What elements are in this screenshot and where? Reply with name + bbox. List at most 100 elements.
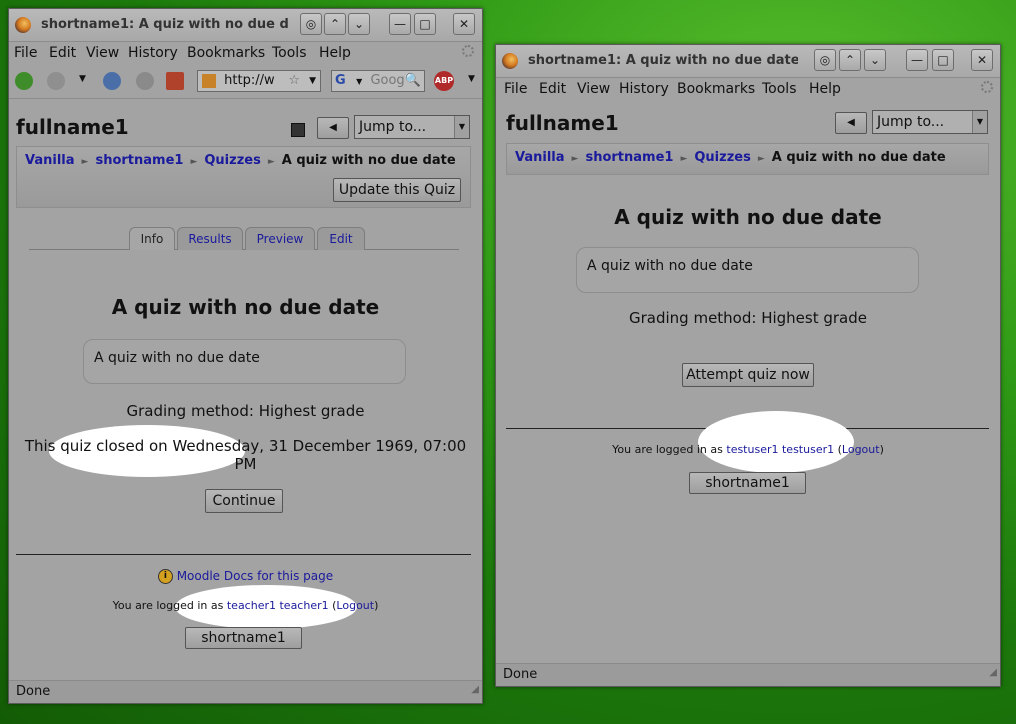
page-heading: fullname1 [506, 111, 619, 135]
menu-tools[interactable]: Tools [762, 81, 797, 97]
tabs-baseline [29, 249, 459, 250]
menu-view[interactable]: View [577, 81, 610, 97]
left-window-title: shortname1: A quiz with no due d [41, 17, 289, 32]
info-icon: i [157, 569, 173, 584]
continue-button[interactable]: Continue [205, 489, 283, 513]
quiz-title: A quiz with no due date [614, 205, 882, 229]
menu-history[interactable]: History [619, 81, 669, 97]
breadcrumb-separator-icon: ► [81, 157, 89, 167]
quiz-closed-line-1: This quiz closed on Wednesday, 31 Decemb… [24, 437, 467, 455]
footer-divider [16, 554, 471, 555]
user-profile-link[interactable]: teacher1 teacher1 [227, 599, 329, 612]
menu-bookmarks[interactable]: Bookmarks [677, 81, 755, 97]
maximize-icon[interactable]: □ [932, 49, 954, 71]
back-icon[interactable] [15, 72, 33, 90]
shade-icon[interactable]: ◎ [814, 49, 836, 71]
logged-in-text: You are logged in as [112, 599, 224, 612]
attempt-quiz-button[interactable]: Attempt quiz now [682, 363, 814, 387]
tab-info[interactable]: Info [129, 227, 175, 250]
left-titlebar[interactable]: shortname1: A quiz with no due d ◎ ⌃ ⌄ —… [9, 9, 482, 42]
minimize-icon[interactable]: — [906, 49, 928, 71]
breadcrumb-separator-icon: ► [757, 154, 765, 164]
quiz-summary-box: A quiz with no due date [83, 339, 406, 384]
jump-back-button[interactable]: ◀ [317, 117, 349, 139]
jump-to-select[interactable]: Jump to... ▼ [872, 110, 988, 134]
bookmark-star-icon[interactable]: ☆ [288, 71, 300, 91]
breadcrumb-site-link[interactable]: Vanilla [25, 153, 75, 168]
menu-bookmarks[interactable]: Bookmarks [187, 45, 265, 61]
menu-help[interactable]: Help [319, 45, 351, 61]
breadcrumb-current: A quiz with no due date [771, 150, 946, 165]
tab-edit[interactable]: Edit [317, 227, 365, 250]
lower-icon[interactable]: ⌄ [864, 49, 886, 71]
chevron-down-icon: ▼ [972, 111, 987, 133]
shade-icon[interactable]: ◎ [300, 13, 322, 35]
menu-tools[interactable]: Tools [272, 45, 307, 61]
firefox-icon [502, 53, 518, 69]
url-dropdown-icon[interactable]: ▼ [309, 71, 316, 91]
user-profile-link[interactable]: testuser1 testuser1 [726, 443, 834, 456]
logout-link[interactable]: Logout [336, 599, 374, 612]
chevron-down-icon: ▼ [454, 116, 469, 138]
breadcrumb-separator-icon: ► [267, 157, 275, 167]
minimize-icon[interactable]: — [389, 13, 411, 35]
grading-method: Grading method: Highest grade [126, 402, 365, 420]
menu-edit[interactable]: Edit [539, 81, 566, 97]
breadcrumb-quizzes-link[interactable]: Quizzes [204, 153, 260, 168]
menu-file[interactable]: File [14, 45, 37, 61]
search-bar[interactable]: G ▼ Goog 🔍 [331, 70, 425, 92]
jump-back-button[interactable]: ◀ [835, 112, 867, 134]
course-home-button[interactable]: shortname1 [185, 627, 302, 649]
menu-view[interactable]: View [86, 45, 119, 61]
breadcrumb-separator-icon: ► [571, 154, 579, 164]
close-icon[interactable]: ✕ [971, 49, 993, 71]
raise-icon[interactable]: ⌃ [324, 13, 346, 35]
breadcrumb-course-link[interactable]: shortname1 [585, 150, 673, 165]
adblock-dropdown-icon[interactable]: ▼ [468, 74, 475, 84]
firefox-icon [15, 17, 31, 33]
menu-file[interactable]: File [504, 81, 527, 97]
breadcrumb-separator-icon: ► [190, 157, 198, 167]
url-bar[interactable]: http://w ☆ ▼ [197, 70, 321, 92]
breadcrumb-site-link[interactable]: Vanilla [515, 150, 565, 165]
search-engine-dropdown-icon[interactable]: ▼ [356, 77, 362, 86]
raise-icon[interactable]: ⌃ [839, 49, 861, 71]
quiz-title: A quiz with no due date [111, 295, 380, 319]
history-dropdown-icon[interactable]: ▼ [79, 74, 86, 84]
logout-link[interactable]: Logout [842, 443, 880, 456]
left-page-content: fullname1 ◀ Jump to... ▼ Vanilla ► shortna… [9, 99, 482, 680]
stop-icon[interactable] [136, 72, 154, 90]
tab-results[interactable]: Results [177, 227, 243, 250]
resize-grip-icon[interactable]: ◢ [989, 662, 997, 684]
breadcrumb-quizzes-link[interactable]: Quizzes [694, 150, 750, 165]
jump-to-select[interactable]: Jump to... ▼ [354, 115, 470, 139]
site-favicon [202, 74, 216, 88]
home-icon[interactable] [166, 72, 184, 90]
menu-help[interactable]: Help [809, 81, 841, 97]
right-page-content: fullname1 ◀ Jump to... ▼ Vanilla ► shortna… [496, 101, 1000, 663]
resize-grip-icon[interactable]: ◢ [471, 679, 479, 701]
search-input[interactable]: Goog [370, 73, 404, 88]
reload-icon[interactable] [103, 72, 121, 90]
breadcrumb-current: A quiz with no due date [281, 153, 456, 168]
moodle-docs-link[interactable]: Moodle Docs for this page [177, 569, 333, 583]
forward-icon[interactable] [47, 72, 65, 90]
menu-edit[interactable]: Edit [49, 45, 76, 61]
search-icon[interactable]: 🔍 [405, 71, 421, 91]
lower-icon[interactable]: ⌄ [348, 13, 370, 35]
adblock-icon[interactable]: ABP [434, 71, 454, 91]
menu-history[interactable]: History [128, 45, 178, 61]
update-quiz-button[interactable]: Update this Quiz [333, 178, 461, 202]
breadcrumb-course-link[interactable]: shortname1 [95, 153, 183, 168]
right-browser-window: shortname1: A quiz with no due date - ◎ … [495, 44, 1001, 687]
close-icon[interactable]: ✕ [453, 13, 475, 35]
left-menubar: File Edit View History Bookmarks Tools H… [9, 42, 482, 64]
page-heading: fullname1 [16, 115, 129, 139]
maximize-icon[interactable]: □ [414, 13, 436, 35]
course-home-button[interactable]: shortname1 [689, 472, 806, 494]
url-text: http://w [224, 73, 275, 88]
tab-preview[interactable]: Preview [245, 227, 315, 250]
highlight-ellipse [698, 411, 854, 473]
right-titlebar[interactable]: shortname1: A quiz with no due date - ◎ … [496, 45, 1000, 78]
docked-block-icon[interactable] [291, 123, 305, 137]
